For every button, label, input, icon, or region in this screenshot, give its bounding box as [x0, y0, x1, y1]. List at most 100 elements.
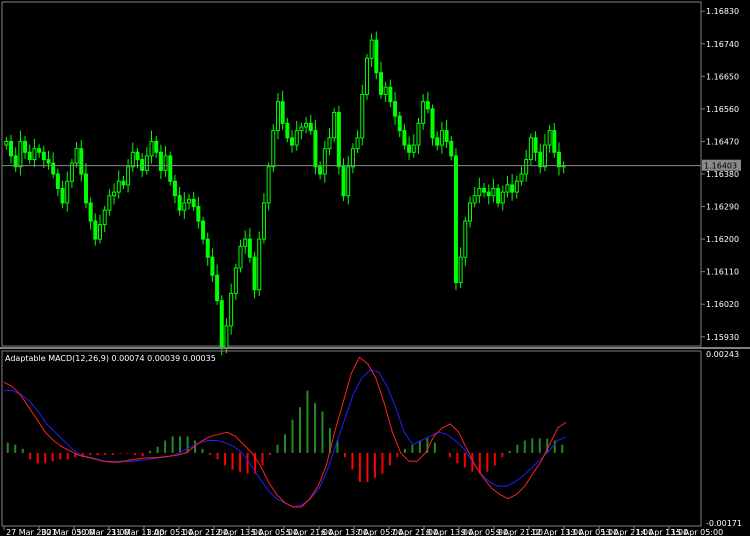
candle-body — [27, 151, 32, 161]
price-tick-label: 1.16110 — [706, 268, 739, 277]
candle-body — [121, 180, 126, 186]
candle-body — [247, 238, 252, 258]
candle-body — [261, 202, 266, 240]
time-axis: 27 Mar 202130 Mar 05:0030 Mar 21:0031 Ma… — [3, 526, 723, 536]
candle-body — [556, 151, 561, 168]
candle-body — [107, 195, 112, 211]
histogram-group — [6, 390, 564, 483]
candle-body — [463, 220, 468, 258]
candle-body — [37, 148, 42, 153]
candle-body — [453, 155, 458, 284]
candle-body — [360, 93, 365, 139]
candle-body — [219, 300, 224, 349]
macd-line — [3, 356, 567, 508]
candle-body — [538, 151, 543, 168]
candle-body — [318, 166, 323, 175]
candle-body — [126, 166, 131, 186]
candle-body — [299, 126, 304, 132]
candle-body — [186, 198, 191, 204]
indicator-max-label: 0.00243 — [706, 350, 739, 359]
price-axis: 1.16830 1.16740 1.16650 1.16560 1.16470 1.163… — [701, 7, 739, 342]
candle-body — [229, 292, 234, 327]
candle-body — [439, 130, 444, 146]
main-plot-border — [1, 1, 702, 347]
candle-body — [163, 155, 168, 171]
candle-body — [449, 140, 454, 157]
candle-body — [350, 148, 355, 168]
candle-body — [524, 159, 529, 175]
candle-body — [271, 130, 276, 168]
price-tick-label: 1.16470 — [706, 137, 739, 146]
candle-body — [421, 101, 426, 124]
candle-body — [13, 155, 18, 168]
candle-body — [18, 140, 23, 168]
candle-body — [533, 137, 538, 153]
candle-body — [210, 256, 215, 276]
candle-body — [252, 256, 257, 291]
candle-body — [482, 187, 487, 193]
candle-body — [83, 173, 88, 204]
candle-body — [266, 166, 271, 204]
price-tick-label: 1.16380 — [706, 170, 739, 179]
candle-body — [397, 115, 402, 132]
candle-body — [327, 137, 332, 150]
candle-body — [233, 267, 238, 294]
price-tick-label: 1.16290 — [706, 203, 739, 212]
candle-body — [294, 130, 299, 146]
candle-body — [257, 238, 262, 291]
candle-body — [158, 151, 163, 171]
candle-body — [4, 140, 9, 146]
candle-body — [149, 140, 154, 157]
candle-body — [500, 191, 505, 204]
candle-body — [201, 220, 206, 240]
candle-body — [416, 122, 421, 146]
price-tick-label: 1.16560 — [706, 105, 739, 114]
candle-body — [393, 101, 398, 117]
candle-body — [172, 180, 177, 197]
candle-body — [238, 245, 243, 269]
candle-body — [74, 148, 79, 164]
candle-body — [46, 159, 51, 164]
candle-body — [182, 202, 187, 211]
candle-body — [130, 151, 135, 168]
price-tick-label: 1.15930 — [706, 333, 739, 342]
candle-body — [374, 39, 379, 74]
price-tick-label: 1.16830 — [706, 7, 739, 16]
candle-body — [346, 166, 351, 197]
candle-body — [496, 187, 501, 204]
indicator-min-label: -0.00171 — [706, 519, 742, 528]
candle-body — [514, 180, 519, 193]
indicator-plot-border — [1, 350, 702, 527]
candle-body — [332, 112, 337, 139]
candle-body — [98, 224, 103, 240]
candle-body — [472, 195, 477, 204]
chart-window[interactable]: Adaptable MACD(12,26,9) 0.00074 0.00039 … — [0, 0, 750, 536]
candle-body — [154, 140, 159, 153]
candle-body — [528, 137, 533, 161]
price-tick-label: 1.16650 — [706, 72, 739, 81]
candle-body — [65, 180, 70, 204]
candle-body — [383, 86, 388, 95]
price-tick-label: 1.16200 — [706, 235, 739, 244]
candle-body — [191, 198, 196, 208]
candle-body — [280, 101, 285, 124]
candle-body — [519, 173, 524, 182]
candle-body — [491, 187, 496, 197]
candle-body — [93, 220, 98, 240]
candle-body — [135, 151, 140, 161]
candle-body — [55, 173, 60, 189]
candle-body — [32, 148, 37, 161]
candle-body — [435, 137, 440, 146]
chart-canvas[interactable]: Adaptable MACD(12,26,9) 0.00074 0.00039 … — [0, 0, 750, 536]
candle-body — [477, 187, 482, 197]
candle-body — [60, 187, 65, 204]
candle-body — [243, 238, 248, 247]
time-tick-label: 15 Apr 05:00 — [671, 528, 723, 536]
candle-body — [23, 140, 28, 153]
candle-body — [290, 137, 295, 146]
candle-body — [341, 166, 346, 197]
candle-body — [168, 155, 173, 182]
candle-body — [140, 159, 145, 171]
candle-body — [308, 122, 313, 132]
candle-body — [425, 101, 430, 110]
